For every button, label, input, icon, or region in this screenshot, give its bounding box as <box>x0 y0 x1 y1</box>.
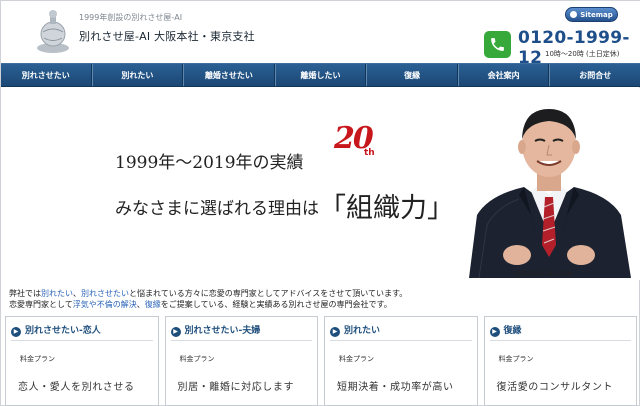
card-title[interactable]: ▶ 別れさせたい-恋人 <box>11 323 101 337</box>
card-divider <box>330 340 472 341</box>
arrow-right-icon: ▶ <box>489 327 500 337</box>
phone-icon[interactable] <box>484 31 511 58</box>
card-pricing-link[interactable]: 料金プラン <box>180 354 215 364</box>
intro-text-segment: 、 <box>136 300 145 309</box>
card-title-text: 別れさせたい-夫婦 <box>184 326 261 336</box>
link-fukuen[interactable]: 復縁 <box>145 300 161 309</box>
card-divider <box>11 340 153 341</box>
intro-paragraph-1: 弊社では別れたい、別れさせたいと悩まれている方々に恋愛の専門家としてアドバイスを… <box>9 288 629 299</box>
card-title[interactable]: ▶ 別れたい <box>330 323 380 337</box>
hero-subheadline-prefix: みなさまに選ばれる理由は <box>115 199 319 219</box>
intro-text-segment: 恋愛専門家として <box>9 300 73 309</box>
card-description: 短期決着・成功率が高い <box>337 382 454 393</box>
intro-text-segment: をご提案している、経験と実績ある別れさせ屋の専門会社です。 <box>160 300 392 309</box>
nav-item-wakaretai[interactable]: 別れたい <box>91 64 184 86</box>
arrow-right-icon: ▶ <box>330 327 340 337</box>
sitemap-button[interactable]: Sitemap <box>565 7 618 22</box>
service-card-breakup[interactable]: ▶ 別れたい 料金プラン 短期決着・成功率が高い <box>324 316 478 406</box>
hero-subheadline-emphasis: 「組織力」 <box>319 193 454 224</box>
card-pricing-link[interactable]: 料金プラン <box>20 354 55 364</box>
sitemap-dot-icon <box>570 11 578 18</box>
portrait-caption: 代表取締役 滝上 貴義 <box>514 271 572 278</box>
card-title[interactable]: ▶ 復縁 <box>489 323 522 337</box>
card-pricing-link[interactable]: 料金プラン <box>499 354 534 364</box>
card-divider <box>170 340 312 341</box>
link-wakaretai[interactable]: 別れたい <box>41 289 73 298</box>
card-title-text: 復縁 <box>503 326 522 336</box>
page-frame: 1999年創設の別れさせ屋-AI 別れさせ屋-AI 大阪本社・東京支社 Site… <box>0 0 640 406</box>
nav-item-wakaresasetai[interactable]: 別れさせたい <box>1 64 92 86</box>
phone-number[interactable]: 0120-1999-12 <box>518 28 640 68</box>
site-name[interactable]: 別れさせ屋-AI 大阪本社・東京支社 <box>79 28 255 44</box>
business-hours: 10時～20時 (土日定休) <box>545 50 620 58</box>
hero-headline: 1999年～2019年の実績 <box>115 153 304 173</box>
link-wakaresasetai[interactable]: 別れさせたい <box>81 289 129 298</box>
sitemap-label: Sitemap <box>580 11 613 19</box>
card-title-text: 別れたい <box>344 326 381 336</box>
arrow-right-icon: ▶ <box>11 327 21 337</box>
site-header: 1999年創設の別れさせ屋-AI 別れさせ屋-AI 大阪本社・東京支社 Site… <box>1 1 640 68</box>
card-title-text: 別れさせたい-恋人 <box>25 326 101 336</box>
hero-banner: 1999年～2019年の実績 20 th みなさまに選ばれる理由は「組織力」 代… <box>1 88 640 280</box>
nav-item-contact[interactable]: お問合せ <box>549 64 640 86</box>
card-description: 恋人・愛人を別れさせる <box>18 382 135 393</box>
card-description: 復活愛のコンサルタント <box>496 382 614 393</box>
anniversary-badge: 20 th <box>334 121 380 159</box>
nav-item-rikon-sasetai[interactable]: 離婚させたい <box>183 64 275 86</box>
service-cards: ▶ 別れさせたい-恋人 料金プラン 恋人・愛人を別れさせる ▶ 別れさせたい-夫婦 … <box>5 316 637 406</box>
intro-paragraph-2: 恋愛専門家として浮気や不倫の解決、復縁をご提案している、経験と実績ある別れさせ屋… <box>9 299 629 310</box>
intro-text-segment: 、 <box>73 289 81 298</box>
service-card-reunion[interactable]: ▶ 復縁 料金プラン 復活愛のコンサルタント <box>483 316 637 406</box>
intro-text: 弊社では別れたい、別れさせたいと悩まれている方々に恋愛の専門家としてアドバイスを… <box>9 288 629 310</box>
card-title[interactable]: ▶ 別れさせたい-夫婦 <box>170 323 261 337</box>
nav-item-rikon-shitai[interactable]: 離婚したい <box>274 64 367 86</box>
intro-text-segment: 弊社では <box>9 289 41 298</box>
link-uwaki-furin[interactable]: 浮気や不倫の解決 <box>73 300 137 309</box>
card-divider <box>489 340 631 341</box>
service-card-lovers[interactable]: ▶ 別れさせたい-恋人 料金プラン 恋人・愛人を別れさせる <box>5 316 159 406</box>
main-nav: 別れさせたい 別れたい 離婚させたい 離婚したい 復縁 会社案内 お問合せ <box>1 63 640 87</box>
badge-suffix: th <box>364 148 375 158</box>
nav-item-fukuen[interactable]: 復縁 <box>366 64 458 86</box>
intro-text-segment: と悩まれている方々に恋愛の専門家としてアドバイスをさせて頂いています。 <box>129 289 408 298</box>
card-pricing-link[interactable]: 料金プラン <box>339 354 374 364</box>
logo-icon[interactable] <box>34 8 72 54</box>
established-text: 1999年創設の別れさせ屋-AI <box>79 13 183 22</box>
hero-subheadline: みなさまに選ばれる理由は「組織力」 <box>115 186 454 225</box>
nav-item-company[interactable]: 会社案内 <box>457 64 550 86</box>
arrow-right-icon: ▶ <box>170 327 181 337</box>
ceo-portrait <box>469 95 631 278</box>
service-card-couples[interactable]: ▶ 別れさせたい-夫婦 料金プラン 別居・離婚に対応します <box>164 316 318 406</box>
card-description: 別居・離婚に対応します <box>177 382 295 393</box>
